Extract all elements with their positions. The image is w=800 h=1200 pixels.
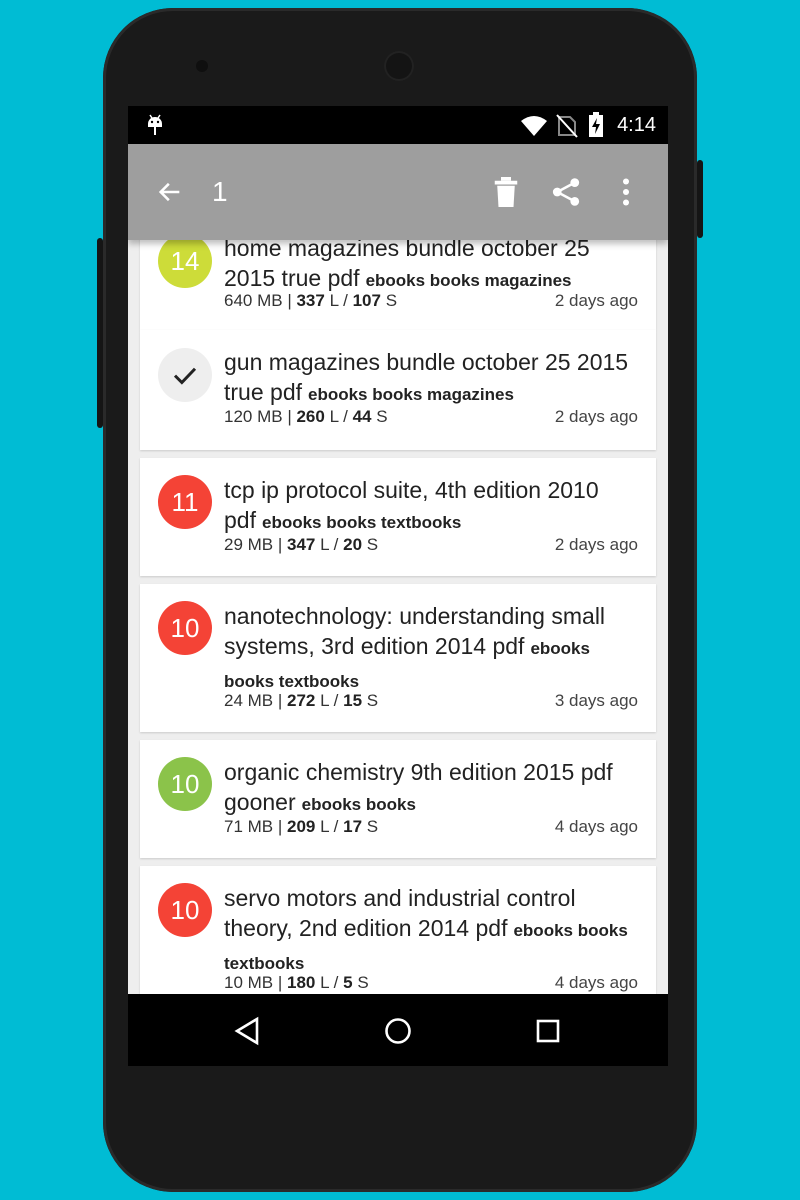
item-age: 4 days ago (555, 973, 638, 993)
no-sim-icon (556, 114, 578, 138)
item-title: gun magazines bundle october 25 2015 tru… (224, 347, 644, 410)
item-meta: 640 MB | 337 L / 107 S (224, 291, 397, 311)
leechers-unit: L (330, 291, 339, 310)
item-meta: 71 MB | 209 L / 17 S (224, 817, 378, 837)
leechers-unit: L (320, 691, 329, 710)
selected-count: 1 (212, 176, 228, 208)
item-leechers: 347 (287, 535, 315, 554)
arrow-back-icon (156, 178, 184, 206)
score-badge-label: 11 (172, 487, 199, 518)
item-leechers: 272 (287, 691, 315, 710)
score-badge: 11 (158, 475, 212, 529)
item-size: 24 MB (224, 691, 273, 710)
score-badge-label: 10 (171, 613, 200, 644)
item-age: 2 days ago (555, 291, 638, 311)
list-item[interactable]: 10 nanotechnology: understanding small s… (140, 584, 656, 732)
leechers-unit: L (320, 817, 329, 836)
power-button (697, 160, 703, 238)
item-seeders: 5 (343, 973, 352, 992)
item-size: 640 MB (224, 291, 283, 310)
seeders-unit: S (376, 407, 387, 426)
check-icon (170, 360, 200, 390)
item-age: 3 days ago (555, 691, 638, 711)
leechers-unit: L (320, 535, 329, 554)
item-tags: ebooks books textbooks (262, 513, 461, 532)
score-badge: 14 (158, 234, 212, 288)
more-vert-icon (621, 178, 631, 206)
contextual-action-bar: 1 (128, 144, 668, 240)
item-size: 10 MB (224, 973, 273, 992)
trash-icon (493, 177, 519, 207)
item-title: servo motors and industrial control theo… (224, 883, 644, 979)
item-meta: 120 MB | 260 L / 44 S (224, 407, 388, 427)
score-badge: 10 (158, 757, 212, 811)
seeders-unit: S (357, 973, 368, 992)
item-title: tcp ip protocol suite, 4th edition 2010 … (224, 475, 644, 538)
item-age: 2 days ago (555, 407, 638, 427)
list-item-selected[interactable]: gun magazines bundle october 25 2015 tru… (140, 330, 656, 450)
item-meta: 29 MB | 347 L / 20 S (224, 535, 378, 555)
status-bar: 4:14 (128, 106, 668, 144)
item-tags: ebooks books (302, 795, 416, 814)
seeders-unit: S (367, 535, 378, 554)
item-title: home magazines bundle october 25 2015 tr… (224, 233, 644, 296)
item-title: nanotechnology: understanding small syst… (224, 601, 644, 697)
item-meta: 10 MB | 180 L / 5 S (224, 973, 369, 993)
item-size: 29 MB (224, 535, 273, 554)
nav-back-button[interactable] (230, 1014, 264, 1048)
score-badge-label: 10 (171, 895, 200, 926)
torrent-list[interactable]: 14 home magazines bundle october 25 2015… (128, 144, 668, 994)
front-camera (196, 60, 208, 72)
item-seeders: 20 (343, 535, 362, 554)
screen: 14 home magazines bundle october 25 2015… (128, 106, 668, 1066)
share-button[interactable] (548, 174, 584, 210)
circle-home-icon (383, 1016, 413, 1046)
item-title: organic chemistry 9th edition 2015 pdf g… (224, 757, 644, 820)
score-badge-label: 14 (171, 246, 200, 277)
leechers-unit: L (330, 407, 339, 426)
score-badge: 10 (158, 883, 212, 937)
earpiece-speaker (384, 51, 414, 81)
seeders-unit: S (386, 291, 397, 310)
nav-home-button[interactable] (381, 1014, 415, 1048)
item-tags: ebooks books magazines (308, 385, 514, 404)
share-icon (551, 177, 581, 207)
square-recents-icon (534, 1017, 562, 1045)
item-tags: ebooks books magazines (366, 271, 572, 290)
item-leechers: 260 (296, 407, 324, 426)
battery-charging-icon (588, 112, 604, 138)
item-size: 120 MB (224, 407, 283, 426)
item-title-text: organic chemistry 9th edition 2015 pdf g… (224, 759, 613, 815)
item-seeders: 107 (353, 291, 381, 310)
item-leechers: 209 (287, 817, 315, 836)
list-item[interactable]: 10 servo motors and industrial control t… (140, 866, 656, 994)
score-badge-label: 10 (171, 769, 200, 800)
android-debug-icon (146, 113, 164, 137)
item-meta: 24 MB | 272 L / 15 S (224, 691, 378, 711)
triangle-back-icon (233, 1016, 261, 1046)
item-leechers: 337 (296, 291, 324, 310)
list-item[interactable]: 10 organic chemistry 9th edition 2015 pd… (140, 740, 656, 858)
item-size: 71 MB (224, 817, 273, 836)
selected-badge (158, 348, 212, 402)
leechers-unit: L (320, 973, 329, 992)
item-seeders: 44 (353, 407, 372, 426)
seeders-unit: S (367, 691, 378, 710)
list-item[interactable]: 11 tcp ip protocol suite, 4th edition 20… (140, 458, 656, 576)
item-seeders: 15 (343, 691, 362, 710)
item-age: 4 days ago (555, 817, 638, 837)
more-options-button[interactable] (608, 174, 644, 210)
delete-button[interactable] (488, 174, 524, 210)
nav-recents-button[interactable] (531, 1014, 565, 1048)
volume-button (97, 238, 103, 428)
item-age: 2 days ago (555, 535, 638, 555)
back-button[interactable] (152, 174, 188, 210)
item-leechers: 180 (287, 973, 315, 992)
score-badge: 10 (158, 601, 212, 655)
navigation-bar (128, 994, 668, 1066)
status-time: 4:14 (617, 114, 656, 137)
wifi-icon (520, 115, 548, 137)
item-seeders: 17 (343, 817, 362, 836)
seeders-unit: S (367, 817, 378, 836)
